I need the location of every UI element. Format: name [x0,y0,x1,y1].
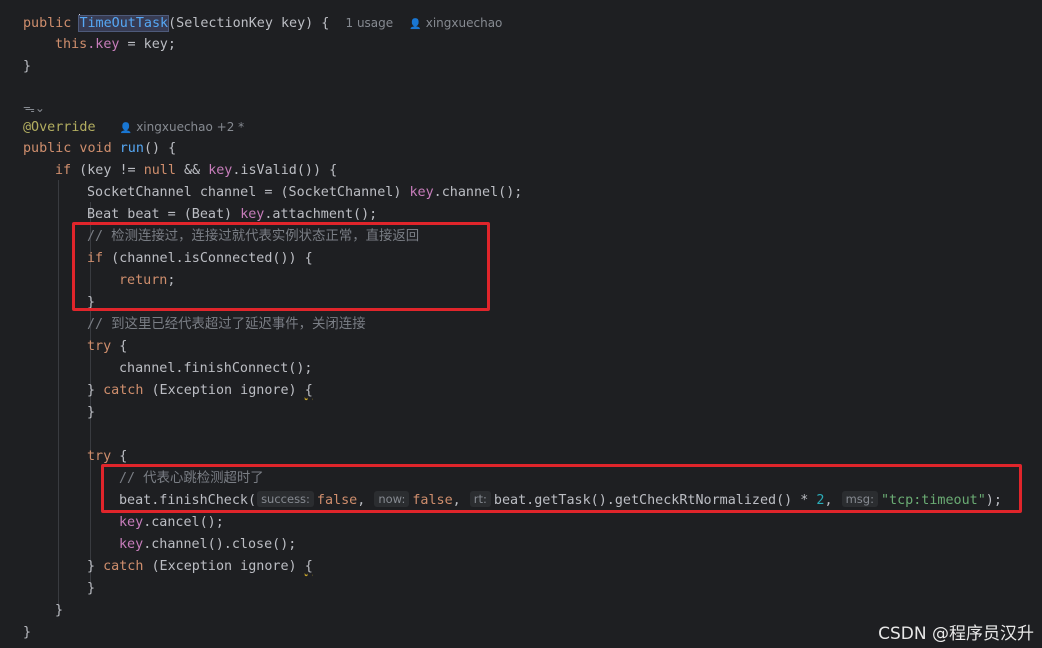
empty-catch-warning[interactable]: { [305,559,313,574]
code-text: .channel(); [433,185,523,200]
usage-hint[interactable]: 1 usage [346,16,394,30]
code-line-22[interactable]: key.channel().close(); [119,534,296,556]
code-text: { [111,339,128,354]
brace: } [87,405,96,420]
empty-catch-warning[interactable]: { [305,383,313,398]
field: key [119,515,144,530]
code-line-7[interactable]: SocketChannel channel = (SocketChannel) … [87,182,522,204]
author-name: xingxuechao +2 * [136,120,245,134]
code-line-14[interactable]: try { [87,336,127,358]
code-line-3[interactable]: } [23,56,31,78]
code-line-1[interactable]: public TimeOutTask(SelectionKey key) { 1… [23,12,502,34]
code-text: Beat beat = (Beat) [87,207,241,222]
code-text: } [87,383,104,398]
code-line-5[interactable]: public void run() { [23,138,176,160]
code-text: (SelectionKey key) { [168,16,330,31]
code-text: .attachment(); [264,207,378,222]
indent-guide [58,180,59,610]
constructor-name: TimeOutTask [78,15,170,32]
method-name: run [119,141,144,156]
brace: } [87,581,96,596]
field: key [409,185,434,200]
code-text: (Exception ignore) [143,559,305,574]
code-line-4[interactable]: @Override 👤 xingxuechao +2 * [23,116,244,138]
field: key [240,207,265,222]
keyword: try [87,339,112,354]
brace: } [23,625,32,640]
code-text: (Exception ignore) [143,383,305,398]
code-text: .isValid()) { [232,163,338,178]
code-line-26[interactable]: } [23,622,31,644]
field: key [119,537,144,552]
code-text: = key; [119,37,176,52]
keyword: this [55,37,88,52]
person-icon: 👤 [409,19,422,30]
author-hint[interactable]: 👤 xingxuechao [409,16,502,30]
code-line-15[interactable]: channel.finishConnect(); [119,358,312,380]
highlight-box-connected-check [72,222,490,311]
watermark: CSDN @程序员汉升 [878,624,1034,644]
field: key [208,163,233,178]
code-line-23[interactable]: } catch (Exception ignore) { [87,556,313,578]
annotation: @Override [23,120,96,135]
highlight-box-finish-check [101,464,1022,513]
code-text: (key != [71,163,144,178]
code-text: } [87,559,104,574]
code-line-21[interactable]: key.cancel(); [119,512,224,534]
code-text: && [175,163,209,178]
keyword: catch [103,559,144,574]
comment: // 到这里已经代表超过了延迟事件，关闭连接 [87,317,366,332]
author-hint[interactable]: 👤 xingxuechao +2 * [120,120,244,134]
keyword: public void [23,141,120,156]
code-text: () { [143,141,177,156]
code-line-25[interactable]: } [55,600,63,622]
person-icon: 👤 [119,123,133,134]
code-line-24[interactable]: } [87,578,95,600]
keyword: catch [103,383,144,398]
code-line-2[interactable]: this.key = key; [55,34,176,56]
code-line-13[interactable]: // 到这里已经代表超过了延迟事件，关闭连接 [87,314,366,336]
code-line-16[interactable]: } catch (Exception ignore) { [87,380,313,402]
code-text: SocketChannel channel = (SocketChannel) [87,185,410,200]
ai-actions-icon[interactable]: ᯓ⌄ [23,99,45,116]
keyword: public [23,16,80,31]
code-line-17[interactable]: } [87,402,95,424]
brace: } [55,603,64,618]
code-text: channel.finishConnect(); [119,361,313,376]
author-name: xingxuechao [425,16,503,30]
code-line-6[interactable]: if (key != null && key.isValid()) { [55,160,337,182]
field: .key [87,37,120,52]
keyword: null [143,163,176,178]
brace: } [23,59,32,74]
keyword: try [87,449,112,464]
keyword: if [55,163,72,178]
code-text: .cancel(); [143,515,224,530]
code-text: { [111,449,128,464]
code-text: .channel().close(); [143,537,297,552]
